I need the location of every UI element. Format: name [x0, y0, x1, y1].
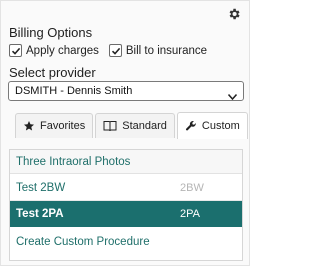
tab-favorites[interactable]: Favorites: [15, 113, 94, 138]
group-header-label: Three Intraoral Photos: [16, 155, 131, 168]
billing-options-title: Billing Options: [9, 25, 93, 40]
bill-to-insurance-checkbox[interactable]: Bill to insurance: [108, 44, 208, 57]
select-provider-title: Select provider: [9, 65, 96, 80]
provider-select[interactable]: DSMITH - Dennis Smith: [8, 81, 244, 101]
procedure-code: 2PA: [180, 208, 200, 220]
tab-custom[interactable]: Custom: [176, 112, 248, 139]
star-icon: [24, 121, 34, 131]
billing-panel: Billing Options Apply charges Bill to in…: [0, 0, 250, 266]
checkmark-icon: [111, 47, 121, 55]
procedure-list: Three Intraoral Photos Test 2BW 2BW Test…: [9, 149, 243, 261]
procedure-name: Test 2BW: [16, 181, 66, 194]
tab-standard[interactable]: Standard: [95, 113, 175, 138]
list-item-selected[interactable]: Test 2PA 2PA: [10, 201, 242, 227]
create-custom-procedure-link[interactable]: Create Custom Procedure: [10, 229, 242, 255]
list-item[interactable]: Test 2BW 2BW: [10, 175, 242, 201]
wrench-icon: [185, 121, 196, 131]
procedure-tabs-area: Favorites Standard Custom Three Intraora…: [9, 112, 248, 261]
chevron-down-icon: [227, 88, 238, 106]
tab-favorites-label: Favorites: [40, 120, 86, 132]
apply-charges-check-box[interactable]: [9, 44, 22, 57]
apply-charges-label: Apply charges: [26, 44, 99, 57]
procedure-tabs: Favorites Standard Custom: [15, 112, 250, 140]
create-custom-procedure-label: Create Custom Procedure: [16, 236, 150, 248]
procedure-name: Test 2PA: [16, 208, 64, 220]
settings-gear-icon[interactable]: [227, 7, 241, 21]
list-group-header[interactable]: Three Intraoral Photos: [10, 150, 242, 174]
book-icon: [103, 121, 117, 132]
procedure-code: 2BW: [180, 181, 204, 194]
billing-checkboxes: Apply charges Bill to insurance: [9, 44, 217, 57]
bill-to-insurance-label: Bill to insurance: [125, 44, 208, 57]
provider-selected-value: DSMITH - Dennis Smith: [15, 85, 133, 97]
checkmark-icon: [11, 47, 21, 55]
apply-charges-checkbox[interactable]: Apply charges: [9, 44, 99, 57]
tab-standard-label: Standard: [122, 120, 167, 132]
tab-custom-label: Custom: [201, 120, 240, 132]
bill-to-insurance-check-box[interactable]: [108, 44, 122, 57]
